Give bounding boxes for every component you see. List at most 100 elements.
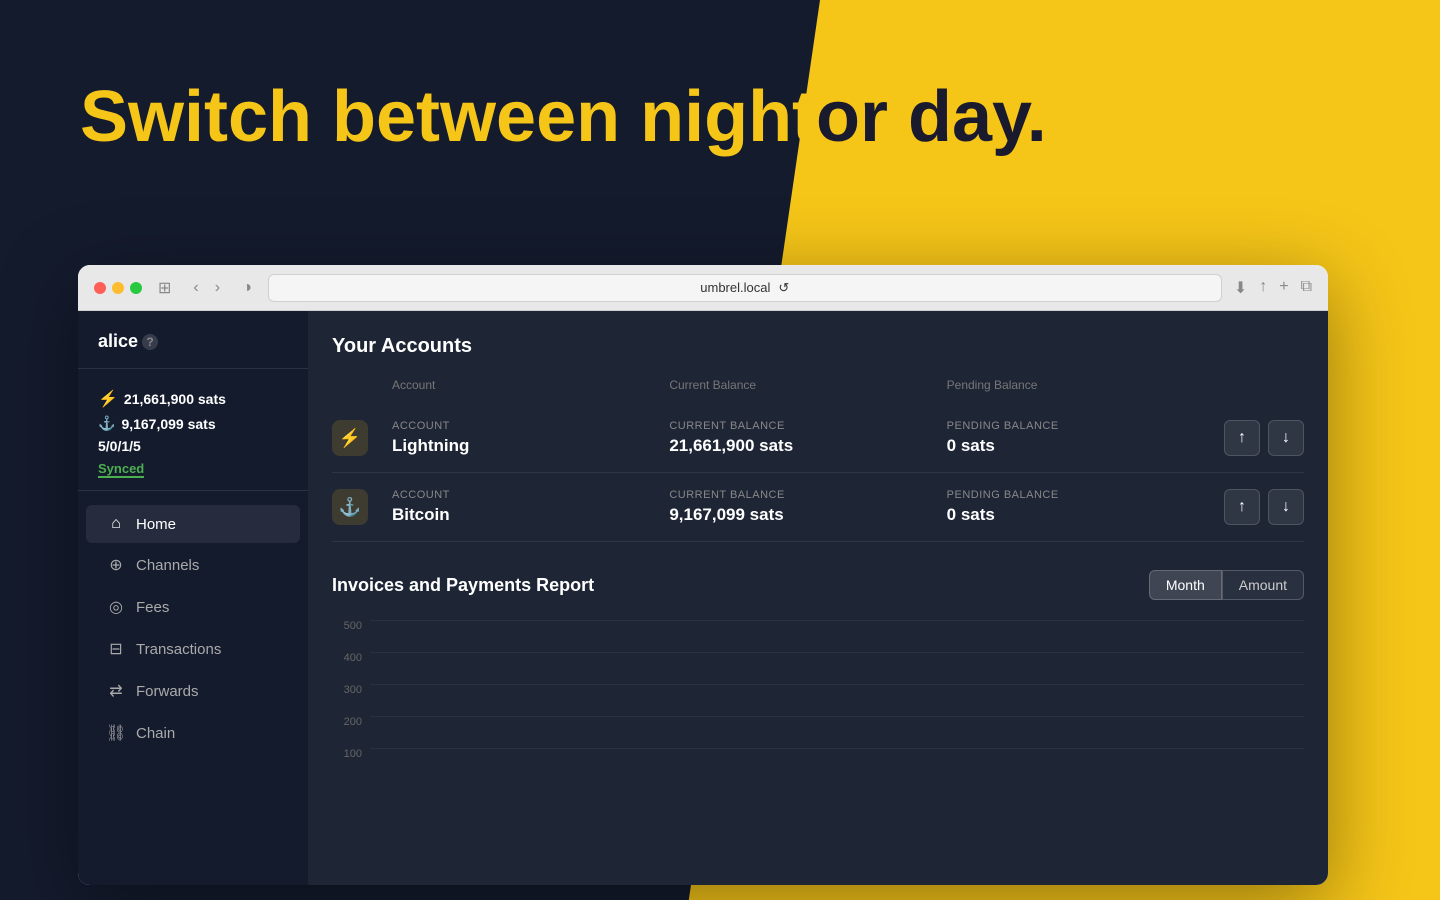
- url-text: umbrel.local: [700, 280, 770, 295]
- bitcoin-account-icon: ⚓: [332, 489, 368, 525]
- lightning-actions: ↑ ↓: [1224, 420, 1304, 456]
- bitcoin-pending-label: Pending Balance: [947, 489, 1204, 501]
- sidebar-item-transactions[interactable]: ⊟ Transactions: [86, 629, 300, 669]
- refresh-icon[interactable]: ↺: [778, 280, 789, 296]
- month-control-button[interactable]: Month: [1149, 570, 1222, 600]
- traffic-light-green[interactable]: [130, 282, 142, 294]
- browser-chrome: ⊞ ‹ › ◑ umbrel.local ↺ ⬇ ↑ + ⧉: [78, 265, 1328, 311]
- bitcoin-balance-row: ⚓ 9,167,099 sats: [98, 415, 288, 432]
- lightning-pending-balance-info: Pending Balance 0 sats: [947, 420, 1204, 456]
- sidebar-header: alice ?: [78, 331, 308, 369]
- accounts-header: Account Current Balance Pending Balance: [332, 378, 1304, 400]
- chart-header: Invoices and Payments Report Month Amoun…: [332, 570, 1304, 600]
- browser-window: ⊞ ‹ › ◑ umbrel.local ↺ ⬇ ↑ + ⧉ alice ?: [78, 265, 1328, 885]
- main-content: Your Accounts Account Current Balance Pe…: [308, 311, 1328, 885]
- headline-part1: Switch between night: [80, 80, 816, 156]
- lightning-account-icon: ⚡: [332, 420, 368, 456]
- bitcoin-anchor-icon: ⚓: [98, 415, 115, 432]
- sidebar: alice ? ⚡ 21,661,900 sats ⚓ 9,167,099 sa…: [78, 311, 308, 885]
- lightning-current-balance-info: Current Balance 21,661,900 sats: [669, 420, 926, 456]
- col-current-balance: Current Balance: [669, 378, 926, 392]
- bitcoin-current-balance: 9,167,099 sats: [669, 505, 926, 525]
- nav-label-forwards: Forwards: [136, 683, 199, 700]
- chart-grid: [370, 620, 1304, 780]
- lightning-current-balance: 21,661,900 sats: [669, 436, 926, 456]
- y-label-100: 100: [332, 748, 362, 760]
- chart-title: Invoices and Payments Report: [332, 575, 594, 596]
- chart-area: 500 400 300 200 100: [332, 620, 1304, 780]
- bars-container: [370, 620, 1304, 780]
- nav-label-transactions: Transactions: [136, 641, 221, 658]
- sidebar-item-fees[interactable]: ◎ Fees: [86, 587, 300, 627]
- synced-badge: Synced: [98, 461, 144, 478]
- bitcoin-pending-balance: 0 sats: [947, 505, 1204, 525]
- sidebar-item-channels[interactable]: ⊕ Channels: [86, 545, 300, 585]
- help-icon[interactable]: ?: [142, 334, 158, 350]
- nav-label-channels: Channels: [136, 557, 199, 574]
- y-label-500: 500: [332, 620, 362, 632]
- transactions-icon: ⊟: [106, 639, 126, 659]
- sidebar-toggle-icon[interactable]: ⊞: [154, 274, 175, 302]
- tabs-icon[interactable]: ⧉: [1301, 278, 1312, 298]
- sidebar-item-forwards[interactable]: ⇄ Forwards: [86, 671, 300, 711]
- bitcoin-account-info: Account Bitcoin: [392, 489, 649, 525]
- lightning-account-label: Account: [392, 420, 649, 432]
- chain-icon: ⛓: [106, 723, 126, 743]
- share-icon[interactable]: ↑: [1259, 278, 1267, 298]
- lightning-icon: ⚡: [98, 389, 118, 409]
- headline: Switch between night or day.: [80, 80, 1047, 156]
- address-bar[interactable]: umbrel.local ↺: [268, 274, 1222, 302]
- lightning-account-info: Account Lightning: [392, 420, 649, 456]
- bitcoin-receive-button[interactable]: ↓: [1268, 489, 1304, 525]
- amount-control-button[interactable]: Amount: [1222, 570, 1304, 600]
- traffic-lights: [94, 282, 142, 294]
- bitcoin-actions: ↑ ↓: [1224, 489, 1304, 525]
- forwards-icon: ⇄: [106, 681, 126, 701]
- account-row-bitcoin: ⚓ Account Bitcoin Current Balance 9,167,…: [332, 473, 1304, 542]
- lightning-balance-row: ⚡ 21,661,900 sats: [98, 389, 288, 409]
- traffic-light-yellow[interactable]: [112, 282, 124, 294]
- bitcoin-balance-label: Current Balance: [669, 489, 926, 501]
- new-tab-icon[interactable]: +: [1279, 278, 1288, 298]
- y-label-300: 300: [332, 684, 362, 696]
- home-icon: ⌂: [106, 515, 126, 533]
- sidebar-nav: ⌂ Home ⊕ Channels ◎ Fees ⊟ Transactions …: [78, 503, 308, 865]
- chart-controls: Month Amount: [1149, 570, 1304, 600]
- sidebar-item-chain[interactable]: ⛓ Chain: [86, 713, 300, 753]
- download-icon[interactable]: ⬇: [1234, 278, 1247, 298]
- lightning-receive-button[interactable]: ↓: [1268, 420, 1304, 456]
- lightning-send-button[interactable]: ↑: [1224, 420, 1260, 456]
- lightning-account-name: Lightning: [392, 436, 649, 456]
- traffic-light-red[interactable]: [94, 282, 106, 294]
- col-pending-balance: Pending Balance: [947, 378, 1204, 392]
- lightning-pending-balance: 0 sats: [947, 436, 1204, 456]
- sidebar-item-home[interactable]: ⌂ Home: [86, 505, 300, 543]
- app-body: alice ? ⚡ 21,661,900 sats ⚓ 9,167,099 sa…: [78, 311, 1328, 885]
- forward-button[interactable]: ›: [209, 275, 226, 301]
- nav-label-chain: Chain: [136, 725, 175, 742]
- lightning-balance-label: Current Balance: [669, 420, 926, 432]
- nav-label-fees: Fees: [136, 599, 169, 616]
- channel-status: 5/0/1/5: [98, 438, 288, 454]
- bitcoin-pending-balance-info: Pending Balance 0 sats: [947, 489, 1204, 525]
- bitcoin-current-balance-info: Current Balance 9,167,099 sats: [669, 489, 926, 525]
- sidebar-balances: ⚡ 21,661,900 sats ⚓ 9,167,099 sats 5/0/1…: [78, 377, 308, 491]
- chart-section: Invoices and Payments Report Month Amoun…: [332, 570, 1304, 780]
- bitcoin-send-button[interactable]: ↑: [1224, 489, 1260, 525]
- chart-y-axis: 500 400 300 200 100: [332, 620, 362, 780]
- bitcoin-balance: 9,167,099 sats: [121, 416, 215, 432]
- back-button[interactable]: ‹: [187, 275, 204, 301]
- y-label-200: 200: [332, 716, 362, 728]
- lightning-pending-label: Pending Balance: [947, 420, 1204, 432]
- headline-part2: or day.: [816, 80, 1047, 156]
- fees-icon: ◎: [106, 597, 126, 617]
- lightning-balance: 21,661,900 sats: [124, 391, 226, 407]
- theme-icon[interactable]: ◑: [238, 275, 256, 301]
- username-text: alice: [98, 331, 138, 352]
- channels-icon: ⊕: [106, 555, 126, 575]
- bitcoin-account-label: Account: [392, 489, 649, 501]
- nav-label-home: Home: [136, 516, 176, 533]
- accounts-section-title: Your Accounts: [332, 335, 1304, 358]
- col-account: Account: [392, 378, 649, 392]
- bitcoin-account-name: Bitcoin: [392, 505, 649, 525]
